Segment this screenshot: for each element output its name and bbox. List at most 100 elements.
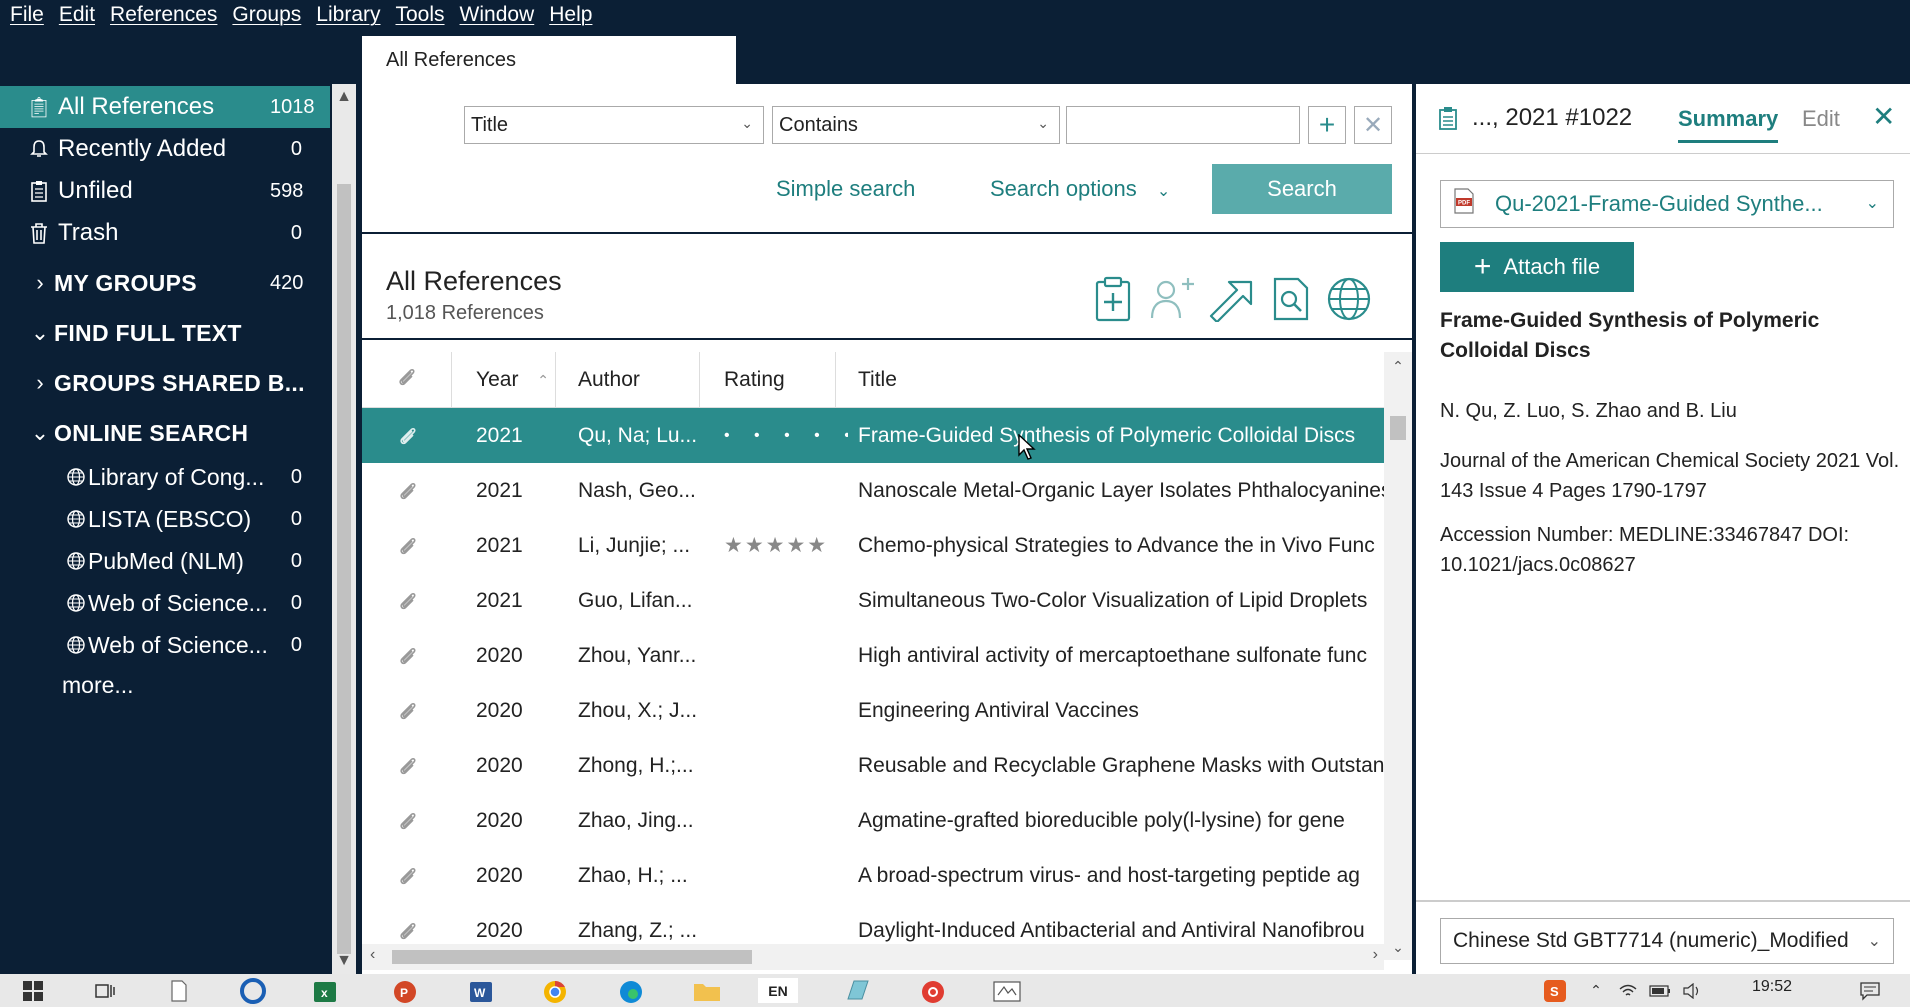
paperclip-icon[interactable] xyxy=(388,573,428,628)
paperclip-icon[interactable] xyxy=(388,738,428,793)
paperclip-icon[interactable] xyxy=(388,408,428,463)
paperclip-icon[interactable] xyxy=(388,683,428,738)
search-field-select[interactable]: Title ⌄ xyxy=(464,106,764,144)
add-user-icon[interactable] xyxy=(1148,274,1198,324)
sidebar-item-online[interactable]: Library of Cong... 0 xyxy=(0,456,330,498)
simple-search-link[interactable]: Simple search xyxy=(776,176,915,202)
scroll-up-icon[interactable]: ⌃ xyxy=(1384,358,1412,375)
battery-icon[interactable] xyxy=(1648,978,1672,1003)
add-search-row-button[interactable]: + xyxy=(1308,106,1346,144)
year-column-header[interactable]: Year ⌃ xyxy=(452,352,556,408)
sidebar-item-online[interactable]: PubMed (NLM) 0 xyxy=(0,540,330,582)
remove-search-row-button[interactable]: ✕ xyxy=(1354,106,1392,144)
excel-icon[interactable]: x xyxy=(310,978,340,1003)
paperclip-icon[interactable] xyxy=(388,628,428,683)
chevron-up-icon[interactable]: ⌃ xyxy=(1586,978,1606,1003)
find-pdf-icon[interactable] xyxy=(1266,274,1316,324)
scroll-right-icon[interactable]: › xyxy=(1373,946,1378,964)
sidebar-scrollbar[interactable]: ▲ ▼ xyxy=(332,84,356,974)
sidebar-item-all-references[interactable]: 📋︎ All References 1018 xyxy=(0,86,330,128)
table-row[interactable]: 2020 Zhong, H.;... Reusable and Recyclab… xyxy=(362,738,1384,793)
cell-rating[interactable] xyxy=(724,573,848,628)
volume-icon[interactable] xyxy=(1680,978,1704,1003)
wifi-icon[interactable] xyxy=(1616,978,1640,1003)
paperclip-icon[interactable] xyxy=(388,793,428,848)
scroll-down-icon[interactable]: ⌄ xyxy=(1384,939,1412,956)
input-method-icon[interactable]: S xyxy=(1540,978,1570,1003)
music-app-icon[interactable] xyxy=(918,978,948,1003)
sidebar-item-unfiled[interactable]: Unfiled 598 xyxy=(0,170,330,212)
search-options-dropdown[interactable]: Search options ⌄ xyxy=(990,176,1170,202)
sidebar-section-online-search[interactable]: ⌄ ONLINE SEARCH xyxy=(0,412,330,454)
menu-edit[interactable]: Edit xyxy=(59,3,95,27)
notification-center-icon[interactable] xyxy=(1856,978,1884,1003)
scroll-left-icon[interactable]: ‹ xyxy=(370,946,375,964)
cell-rating[interactable] xyxy=(724,683,848,738)
table-row[interactable]: 2021 Li, Junjie; ... ★★★★★ Chemo-physica… xyxy=(362,518,1384,573)
cell-rating[interactable]: ★★★★★ xyxy=(724,518,848,573)
cell-rating[interactable] xyxy=(724,738,848,793)
attachment-file-select[interactable]: PDF Qu-2021-Frame-Guided Synthe... ⌄ xyxy=(1440,180,1894,228)
menu-references[interactable]: References xyxy=(110,3,217,27)
file-icon[interactable] xyxy=(168,978,190,1003)
menu-window[interactable]: Window xyxy=(460,3,535,27)
paperclip-icon[interactable] xyxy=(388,848,428,903)
tab-edit[interactable]: Edit xyxy=(1802,106,1840,132)
edge-icon[interactable] xyxy=(616,978,646,1003)
table-row[interactable]: 2021 Nash, Geo... Nanoscale Metal-Organi… xyxy=(362,463,1384,518)
sidebar-item-online[interactable]: Web of Science... 0 xyxy=(0,624,330,666)
sidebar-section-find-full-text[interactable]: ⌄ FIND FULL TEXT xyxy=(0,312,330,354)
cell-rating[interactable]: • • • • • xyxy=(724,408,848,463)
cell-rating[interactable] xyxy=(724,848,848,903)
sidebar-section-groups-shared[interactable]: › GROUPS SHARED B... xyxy=(0,362,330,404)
paperclip-icon[interactable] xyxy=(388,518,428,573)
search-operator-select[interactable]: Contains ⌄ xyxy=(772,106,1060,144)
online-globe-icon[interactable] xyxy=(1324,274,1374,324)
sidebar-item-recently-added[interactable]: Recently Added 0 xyxy=(0,128,330,170)
menu-library[interactable]: Library xyxy=(316,3,380,27)
chrome-icon[interactable] xyxy=(540,978,570,1003)
cell-rating[interactable] xyxy=(724,628,848,683)
table-row[interactable]: 2021 Qu, Na; Lu... • • • • • Frame-Guide… xyxy=(362,408,1384,463)
notes-app-icon[interactable] xyxy=(842,978,872,1003)
author-column-header[interactable]: Author xyxy=(556,352,700,408)
cell-rating[interactable] xyxy=(724,463,848,518)
tab-all-references[interactable]: All References xyxy=(362,36,736,84)
scrollbar-thumb[interactable] xyxy=(1390,416,1406,440)
share-arrow-icon[interactable] xyxy=(1206,274,1256,324)
language-indicator[interactable]: EN xyxy=(758,978,798,1003)
scrollbar-thumb[interactable] xyxy=(392,950,752,964)
table-row[interactable]: 2021 Guo, Lifan... Simultaneous Two-Colo… xyxy=(362,573,1384,628)
sidebar-more-link[interactable]: more... xyxy=(62,672,134,699)
sidebar-section-my-groups[interactable]: › MY GROUPS 420 xyxy=(0,262,330,304)
search-button[interactable]: Search xyxy=(1212,164,1392,214)
scroll-up-icon[interactable]: ▲ xyxy=(332,88,356,106)
table-row[interactable]: 2020 Zhao, Jing... Agmatine-grafted bior… xyxy=(362,793,1384,848)
search-input[interactable] xyxy=(1066,106,1300,144)
cell-rating[interactable] xyxy=(724,793,848,848)
table-horizontal-scrollbar[interactable]: ‹ › xyxy=(362,944,1384,970)
sidebar-item-online[interactable]: Web of Science... 0 xyxy=(0,582,330,624)
word-icon[interactable]: W xyxy=(466,978,496,1003)
windows-start-icon[interactable] xyxy=(20,978,46,1003)
rating-column-header[interactable]: Rating xyxy=(700,352,836,408)
folder-icon[interactable] xyxy=(692,978,722,1003)
scroll-down-icon[interactable]: ▼ xyxy=(332,952,356,970)
table-vertical-scrollbar[interactable]: ⌃ ⌄ xyxy=(1384,352,1412,960)
menu-tools[interactable]: Tools xyxy=(396,3,445,27)
table-row[interactable]: 2020 Zhao, H.; ... A broad-spectrum viru… xyxy=(362,848,1384,903)
insert-citation-icon[interactable] xyxy=(1088,274,1138,324)
citation-style-select[interactable]: Chinese Std GBT7714 (numeric)_Modified ⌄ xyxy=(1440,918,1894,964)
close-icon[interactable]: ✕ xyxy=(1872,100,1895,133)
task-view-icon[interactable] xyxy=(92,978,118,1003)
table-row[interactable]: 2020 Zhou, Yanr... High antiviral activi… xyxy=(362,628,1384,683)
menu-file[interactable]: File xyxy=(10,3,44,27)
title-column-header[interactable]: Title xyxy=(836,352,1384,408)
scrollbar-thumb[interactable] xyxy=(337,184,351,954)
paperclip-icon[interactable] xyxy=(388,463,428,518)
sidebar-item-online[interactable]: LISTA (EBSCO) 0 xyxy=(0,498,330,540)
screenshot-app-icon[interactable] xyxy=(990,978,1024,1003)
menu-help[interactable]: Help xyxy=(549,3,592,27)
menu-groups[interactable]: Groups xyxy=(232,3,301,27)
powerpoint-icon[interactable]: P xyxy=(390,978,420,1003)
